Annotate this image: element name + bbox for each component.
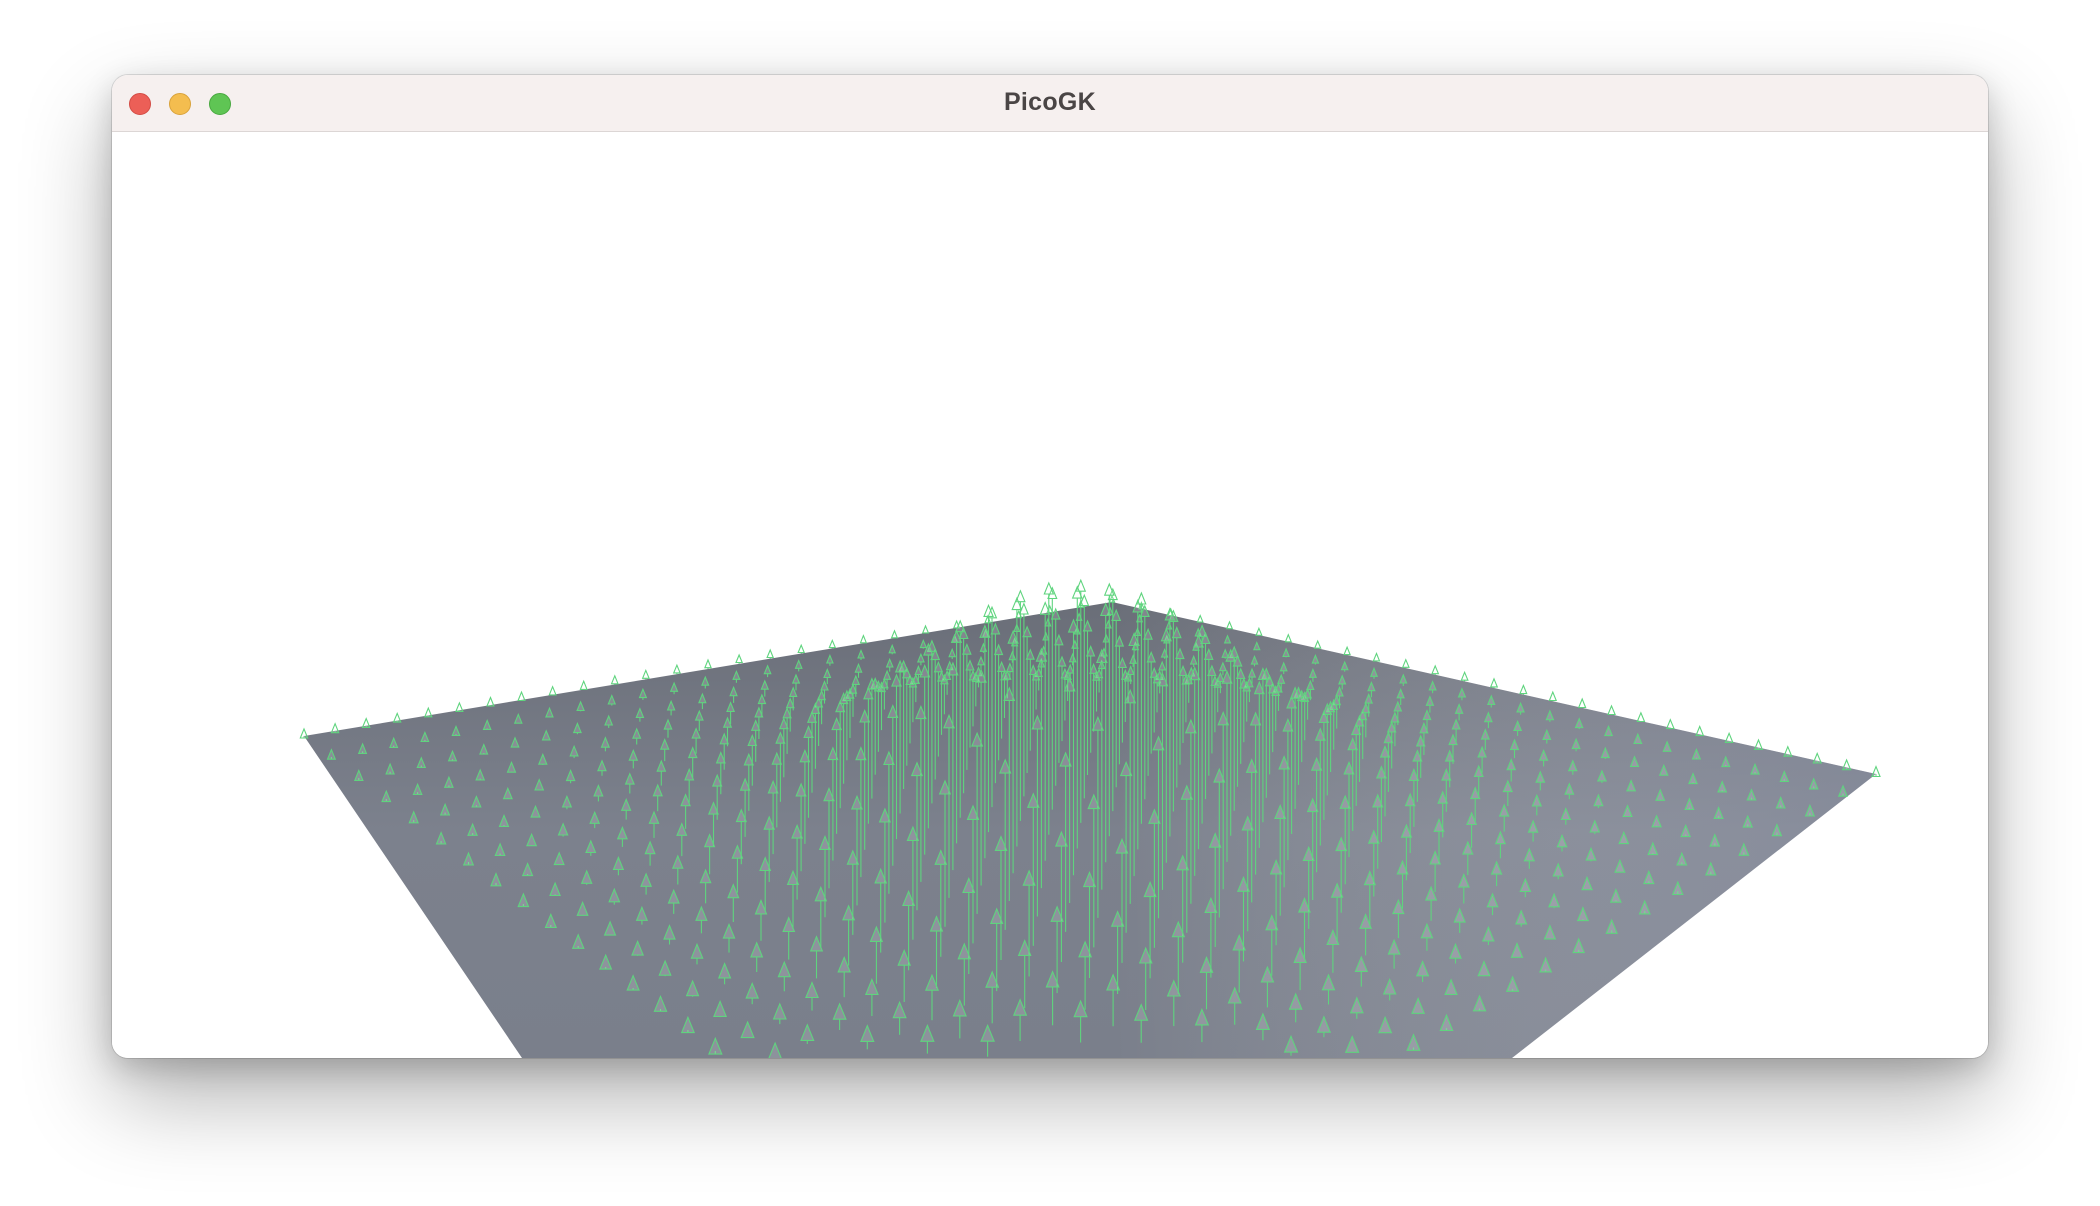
arrow-head — [1489, 677, 1499, 688]
ground-plane — [304, 602, 1876, 1058]
arrow-head — [548, 685, 557, 696]
arrow-head — [1812, 751, 1823, 764]
app-window: PicoGK — [112, 75, 1988, 1058]
arrow-head — [704, 658, 712, 669]
arrow-head — [1636, 711, 1646, 723]
vector-arrow — [1196, 614, 1204, 623]
arrow-head — [455, 701, 464, 712]
vector-arrow — [299, 727, 309, 739]
vector-arrow — [579, 679, 588, 690]
arrow-head — [1607, 704, 1616, 716]
title-bar[interactable]: PicoGK — [112, 75, 1988, 132]
vector-arrow — [1871, 765, 1881, 778]
window-title: PicoGK — [1003, 88, 1097, 116]
vector-arrow — [1665, 718, 1675, 730]
arrow-head — [1284, 633, 1293, 643]
vector-arrow — [330, 722, 340, 734]
arrow-head — [330, 722, 340, 734]
vector-arrow — [1489, 677, 1499, 688]
arrow-head — [859, 634, 868, 644]
arrow-head — [1783, 745, 1793, 757]
vector-arrow — [392, 711, 402, 723]
vector-arrow — [890, 629, 899, 639]
vector-arrow — [423, 706, 433, 718]
arrow-head — [1255, 626, 1263, 636]
arrow-head — [517, 690, 526, 702]
arrow-head — [1841, 758, 1852, 771]
arrow-head — [392, 711, 402, 723]
arrow-head — [486, 696, 495, 707]
vector-arrow — [797, 643, 806, 654]
arrow-head — [610, 674, 619, 685]
vector-arrow — [1255, 626, 1263, 636]
arrow-head — [1431, 664, 1440, 675]
vector-arrow — [1577, 697, 1587, 709]
vector-arrow — [361, 717, 371, 728]
vector-arrow — [1548, 690, 1558, 702]
vector-arrow — [921, 624, 930, 634]
vector-arrow — [766, 648, 775, 659]
arrow-head — [828, 638, 837, 649]
vector-arrow — [1724, 731, 1734, 744]
vector-arrow — [641, 668, 650, 680]
vector-arrow — [1284, 633, 1293, 643]
arrow-head — [641, 668, 650, 679]
vector-arrow — [1372, 651, 1381, 662]
vector-arrow — [704, 658, 712, 669]
arrow-head — [579, 679, 588, 690]
arrow-head — [1665, 718, 1675, 730]
arrow-head — [423, 706, 433, 718]
arrow-head — [299, 727, 309, 739]
arrow-head — [1724, 731, 1734, 744]
arrow-head — [1519, 683, 1528, 695]
vector-arrow — [1753, 738, 1764, 750]
3d-viewport[interactable] — [112, 132, 1988, 1058]
vector-arrow — [1783, 745, 1793, 757]
vector-arrow — [1343, 645, 1351, 656]
vector-arrow — [610, 674, 619, 685]
vector-arrow — [517, 690, 526, 702]
vector-arrow — [1695, 725, 1705, 737]
arrow-head — [1695, 725, 1705, 737]
vector-arrow — [672, 663, 681, 675]
arrow-head — [361, 717, 371, 728]
arrow-head — [1313, 639, 1322, 649]
arrow-head — [672, 663, 681, 674]
arrow-head — [921, 624, 930, 634]
vector-arrow — [1225, 620, 1234, 630]
vector-arrow — [859, 634, 868, 644]
arrow-head — [735, 653, 744, 664]
vector-arrow — [1431, 664, 1440, 675]
arrow-head — [1372, 651, 1381, 662]
arrow-head — [890, 629, 899, 639]
vector-arrow — [1636, 711, 1646, 723]
arrow-head — [1196, 614, 1204, 623]
arrow-head — [1871, 765, 1881, 778]
arrow-head — [1401, 658, 1410, 668]
arrow-head — [1577, 697, 1587, 709]
vector-field-scene[interactable] — [112, 132, 1988, 1058]
arrow-head — [1753, 738, 1764, 750]
arrow-head — [766, 648, 775, 659]
vector-arrow — [828, 638, 837, 649]
vector-arrow — [548, 685, 557, 696]
vector-arrow — [1460, 670, 1469, 682]
vector-arrow — [455, 701, 464, 712]
desktop: PicoGK — [0, 0, 2100, 1206]
vector-arrow — [1519, 683, 1528, 695]
vector-arrow — [1607, 704, 1616, 716]
vector-arrow — [1841, 758, 1852, 771]
vector-arrow — [1812, 751, 1823, 764]
vector-arrow — [486, 696, 495, 707]
arrow-head — [1548, 690, 1558, 702]
vector-arrow — [1401, 658, 1410, 669]
arrow-head — [1225, 620, 1234, 630]
arrow-head — [1343, 645, 1351, 656]
arrow-head — [797, 643, 806, 654]
vector-arrow — [1313, 639, 1322, 649]
vector-arrow — [735, 653, 744, 664]
arrow-head — [1460, 670, 1469, 681]
